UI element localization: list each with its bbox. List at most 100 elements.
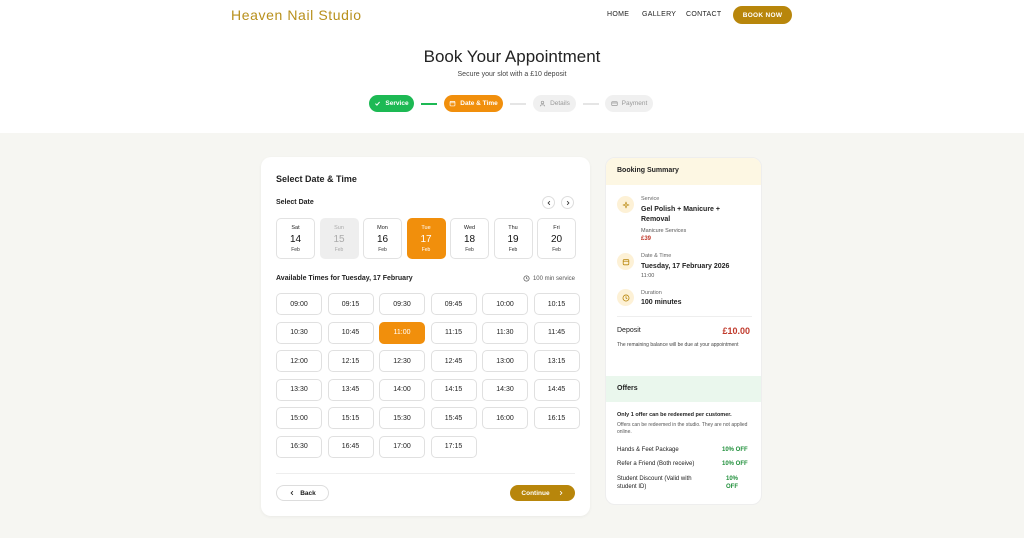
day-month: Feb xyxy=(552,247,561,253)
time-slot[interactable]: 11:45 xyxy=(533,321,580,344)
day-number: 17 xyxy=(420,234,432,245)
day-number: 16 xyxy=(376,234,389,245)
deposit-note: The remaining balance will be due at you… xyxy=(617,342,739,348)
user-icon xyxy=(539,100,546,107)
time-slot[interactable]: 09:00 xyxy=(276,293,322,315)
date-option[interactable]: Wed 18 Feb xyxy=(450,218,489,259)
continue-button[interactable]: Continue xyxy=(510,485,575,501)
time-slot[interactable]: 15:00 xyxy=(276,407,322,429)
page-subtitle: Secure your slot with a £10 deposit xyxy=(457,71,567,78)
time-slot[interactable]: 12:00 xyxy=(276,350,322,372)
time-slot[interactable]: 09:45 xyxy=(430,293,477,315)
calendar-icon xyxy=(617,253,634,270)
booking-header: Book Your Appointment Secure your slot w… xyxy=(0,29,1024,133)
book-now-button[interactable]: BOOK NOW xyxy=(733,6,792,24)
time-slot[interactable]: 12:30 xyxy=(379,350,425,372)
card-icon xyxy=(611,101,618,106)
summary-header: Booking Summary xyxy=(606,158,761,185)
deposit-label: Deposit xyxy=(617,327,641,334)
service-category: Manicure Services xyxy=(641,228,687,234)
day-month: Feb xyxy=(465,247,474,253)
duration-text: 100 min service xyxy=(532,275,575,282)
step-date-time[interactable]: Date & Time xyxy=(444,95,503,112)
time-slot[interactable]: 16:00 xyxy=(482,407,528,429)
time-slot[interactable]: 15:15 xyxy=(327,407,374,429)
day-number: 18 xyxy=(463,234,476,245)
day-name: Thu xyxy=(508,225,518,231)
summary-title: Booking Summary xyxy=(617,167,679,174)
time-slot[interactable]: 09:15 xyxy=(327,293,374,315)
brand-logo[interactable]: Heaven Nail Studio xyxy=(231,7,362,23)
date-option[interactable]: Fri 20 Feb xyxy=(537,218,576,259)
time-slot[interactable]: 10:45 xyxy=(327,321,374,344)
time-slot[interactable]: 11:15 xyxy=(430,321,477,344)
time-slot[interactable]: 11:00 xyxy=(379,321,425,344)
time-slot[interactable]: 13:30 xyxy=(276,378,322,401)
time-slot[interactable]: 15:30 xyxy=(379,407,425,429)
day-name: Fri xyxy=(553,225,560,231)
time-slot[interactable]: 13:15 xyxy=(533,350,580,372)
step-payment: Payment xyxy=(605,95,653,112)
prev-week-button[interactable] xyxy=(542,196,555,209)
step-service[interactable]: Service xyxy=(369,95,414,112)
offer-value: 10% OFF xyxy=(722,447,748,453)
time-slot[interactable]: 12:15 xyxy=(327,350,374,372)
offer-value: 10% OFF xyxy=(722,461,748,467)
offer-name: Refer a Friend (Both receive) xyxy=(617,461,695,467)
continue-label: Continue xyxy=(521,489,550,497)
step-label: Payment xyxy=(621,100,648,107)
time-slot[interactable]: 14:15 xyxy=(430,378,477,401)
time-slot[interactable]: 16:45 xyxy=(327,435,374,458)
day-number: 20 xyxy=(550,234,563,245)
service-duration: 100 min service xyxy=(523,275,575,282)
time-slot[interactable]: 13:45 xyxy=(327,378,374,401)
booking-summary-panel: Booking Summary Service Gel Polish + Man… xyxy=(605,157,762,505)
time-slot[interactable]: 10:00 xyxy=(482,293,528,315)
time-slot[interactable]: 09:30 xyxy=(379,293,425,315)
time-slot[interactable]: 13:00 xyxy=(482,350,528,372)
day-name: Sun xyxy=(334,225,344,231)
deposit-amount: £10.00 xyxy=(722,326,750,336)
select-date-label: Select Date xyxy=(276,199,314,206)
step-connector xyxy=(510,103,526,105)
date-time-card: Select Date & Time Select Date Sat 14 Feb S… xyxy=(261,157,590,516)
time-slot[interactable]: 14:00 xyxy=(379,378,425,401)
step-label: Details xyxy=(550,100,570,107)
time-slot[interactable]: 17:00 xyxy=(379,435,425,458)
day-name: Tue xyxy=(421,225,431,231)
time-slot[interactable]: 10:15 xyxy=(533,293,580,315)
time-slot[interactable]: 16:30 xyxy=(276,435,322,458)
chevron-right-icon xyxy=(566,200,569,205)
time-slot[interactable]: 11:30 xyxy=(482,321,528,344)
date-option[interactable]: Thu 19 Feb xyxy=(493,218,533,259)
step-label: Date & Time xyxy=(460,100,498,107)
time-slot[interactable]: 10:30 xyxy=(276,321,322,344)
page-title: Book Your Appointment xyxy=(423,47,601,66)
time-slot[interactable]: 15:45 xyxy=(430,407,477,429)
day-month: Feb xyxy=(508,247,518,253)
back-button[interactable]: Back xyxy=(276,485,329,501)
step-connector xyxy=(583,103,599,105)
time-slot[interactable]: 12:45 xyxy=(430,350,477,372)
date-option[interactable]: Mon 16 Feb xyxy=(363,218,402,259)
nav-link-home[interactable]: HOME xyxy=(607,11,629,18)
day-number: 14 xyxy=(289,234,302,245)
time-slot[interactable]: 17:15 xyxy=(430,435,477,458)
next-week-button[interactable] xyxy=(561,196,574,209)
day-month: Feb xyxy=(334,247,344,253)
offers-redeem-note: Offers can be redeemed in the studio. Th… xyxy=(617,422,748,435)
time-slot[interactable]: 14:45 xyxy=(533,378,580,401)
day-month: Feb xyxy=(291,247,300,253)
step-label: Service xyxy=(385,100,409,107)
time-slot[interactable]: 14:30 xyxy=(482,378,528,401)
date-option[interactable]: Sat 14 Feb xyxy=(276,218,315,259)
nav-link-contact[interactable]: CONTACT xyxy=(686,11,721,18)
step-details: Details xyxy=(533,95,576,112)
nav-link-gallery[interactable]: GALLERY xyxy=(642,11,676,18)
duration-value: 100 minutes xyxy=(641,299,682,306)
date-option[interactable]: Tue 17 Feb xyxy=(406,218,446,259)
day-name: Wed xyxy=(463,225,476,231)
datetime-label: Date & Time xyxy=(641,253,672,259)
day-month: Feb xyxy=(421,247,431,253)
time-slot[interactable]: 16:15 xyxy=(533,407,580,429)
